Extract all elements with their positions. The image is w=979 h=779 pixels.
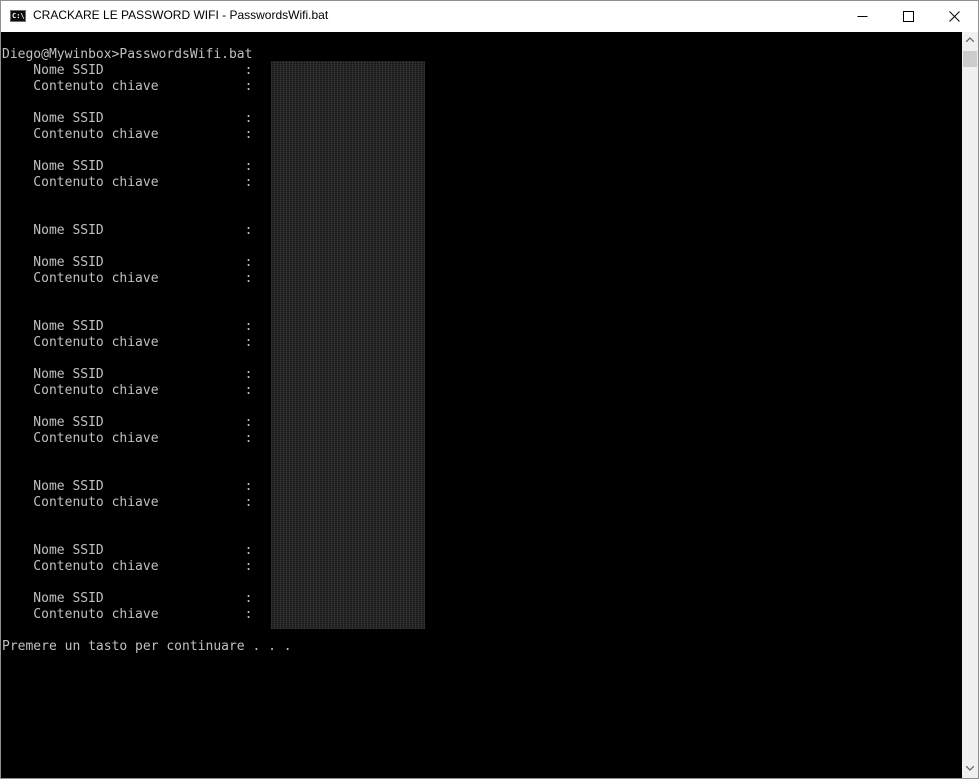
close-button[interactable]: [932, 1, 978, 32]
output-line: Nome SSID :: [2, 367, 253, 382]
output-line: Contenuto chiave :: [2, 495, 253, 510]
scroll-down-button[interactable]: [962, 761, 978, 778]
scroll-up-button[interactable]: [962, 32, 978, 49]
prompt-line: Diego@Mywinbox>PasswordsWifi.bat: [2, 47, 253, 62]
output-line: Nome SSID :: [2, 159, 253, 174]
output-line: Nome SSID :: [2, 319, 253, 334]
output-line: Nome SSID :: [2, 415, 253, 430]
scroll-up-icon: [966, 37, 974, 42]
minimize-button[interactable]: [840, 1, 886, 32]
console-output[interactable]: Diego@Mywinbox>PasswordsWifi.bat Nome SS…: [1, 32, 962, 778]
close-icon: [949, 11, 960, 22]
output-line: Contenuto chiave :: [2, 79, 253, 94]
maximize-button[interactable]: [886, 1, 932, 32]
maximize-icon: [903, 11, 914, 22]
output-line: Nome SSID :: [2, 479, 253, 494]
output-line: Contenuto chiave :: [2, 175, 253, 190]
output-line: Nome SSID :: [2, 543, 253, 558]
continue-prompt: Premere un tasto per continuare . . .: [2, 639, 292, 654]
output-line: Contenuto chiave :: [2, 383, 253, 398]
output-line: Contenuto chiave :: [2, 559, 253, 574]
console-app-icon[interactable]: C:\: [10, 10, 26, 22]
scroll-down-icon: [966, 766, 974, 771]
window-title: CRACKARE LE PASSWORD WIFI - PasswordsWif…: [33, 8, 329, 22]
output-line: Nome SSID :: [2, 223, 253, 238]
output-line: Nome SSID :: [2, 255, 253, 270]
output-line: Contenuto chiave :: [2, 335, 253, 350]
output-line: Nome SSID :: [2, 111, 253, 126]
title-bar[interactable]: C:\ CRACKARE LE PASSWORD WIFI - Password…: [1, 1, 978, 32]
output-line: Contenuto chiave :: [2, 127, 253, 142]
output-line: Contenuto chiave :: [2, 271, 253, 286]
vertical-scrollbar[interactable]: [962, 32, 978, 778]
app-icon-label: C:\: [12, 12, 25, 20]
minimize-icon: [857, 16, 868, 17]
redacted-values-block: [271, 61, 425, 629]
scrollbar-thumb[interactable]: [963, 51, 977, 67]
output-line: Nome SSID :: [2, 591, 253, 606]
output-line: Contenuto chiave :: [2, 431, 253, 446]
output-line: Contenuto chiave :: [2, 607, 253, 622]
console-window: C:\ CRACKARE LE PASSWORD WIFI - Password…: [0, 0, 979, 779]
output-line: Nome SSID :: [2, 63, 253, 78]
